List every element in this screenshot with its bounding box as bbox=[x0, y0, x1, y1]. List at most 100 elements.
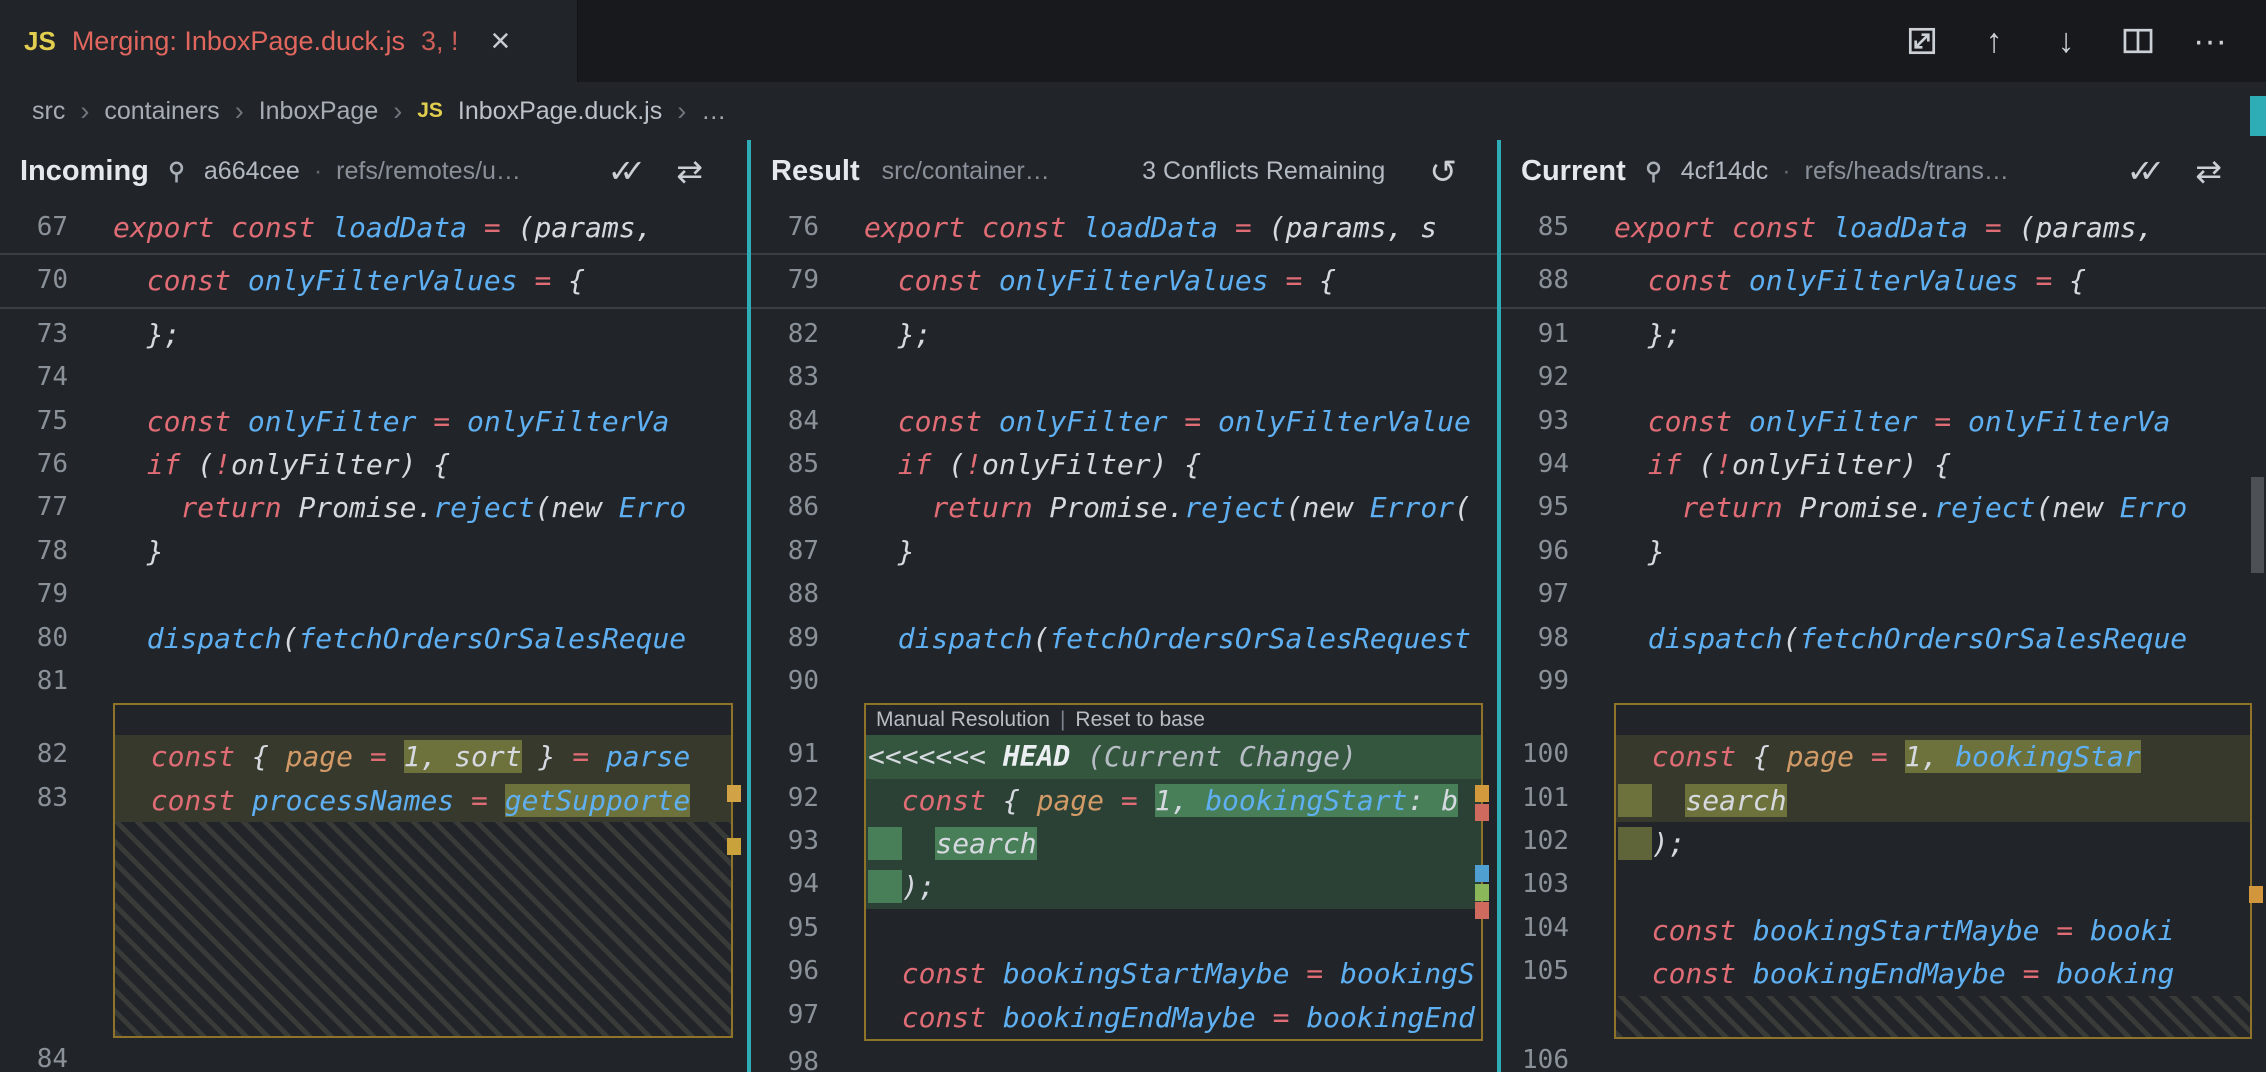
code-token bbox=[113, 491, 180, 524]
code-line[interactable]: search bbox=[1616, 779, 2250, 822]
code-line[interactable]: const { page = 1, bookingStar bbox=[1616, 735, 2250, 778]
code-line[interactable]: 95 return Promise.reject(new Erro bbox=[1501, 486, 2266, 529]
code-line[interactable]: 76export const loadData = (params, s bbox=[751, 206, 1497, 249]
undo-icon[interactable]: ↺ bbox=[1429, 152, 1457, 191]
code-line[interactable]: ); bbox=[866, 865, 1481, 908]
code-line[interactable]: 76 if (!onlyFilter) { bbox=[0, 443, 747, 486]
code-line[interactable]: 87 } bbox=[751, 530, 1497, 573]
breadcrumb-item-containers[interactable]: containers bbox=[104, 97, 219, 126]
code-token: dispatch bbox=[1648, 622, 1783, 655]
code-token: { bbox=[252, 740, 286, 773]
breadcrumb-item-file[interactable]: InboxPage.duck.js bbox=[458, 97, 662, 126]
code-line[interactable]: 94 if (!onlyFilter) { bbox=[1501, 443, 2266, 486]
code-line[interactable]: 86 return Promise.reject(new Error( bbox=[751, 486, 1497, 529]
code-line[interactable]: 85export const loadData = (params, bbox=[1501, 206, 2266, 249]
code-line[interactable]: const bookingStartMaybe = booki bbox=[1616, 909, 2250, 952]
code-line[interactable]: 79 const onlyFilterValues = { bbox=[751, 259, 1497, 302]
code-line[interactable]: 78 } bbox=[0, 530, 747, 573]
toolbar-separator: | bbox=[1060, 705, 1065, 735]
code-line[interactable]: 106 bbox=[1501, 1039, 2266, 1072]
code-token: const bbox=[147, 264, 248, 297]
code-line[interactable]: const bookingStartMaybe = bookingS bbox=[866, 952, 1481, 995]
code-line[interactable]: 99 bbox=[1501, 660, 2266, 703]
code-token: = bbox=[1269, 264, 1320, 297]
editor-tab[interactable]: JS Merging: InboxPage.duck.js 3, ! × bbox=[0, 0, 578, 82]
code-line[interactable]: 82 }; bbox=[751, 313, 1497, 356]
code-line[interactable]: search bbox=[866, 822, 1481, 865]
breadcrumb-item-src[interactable]: src bbox=[32, 97, 65, 126]
open-changes-icon[interactable] bbox=[1902, 21, 1942, 61]
more-actions-icon[interactable]: ··· bbox=[2190, 21, 2230, 61]
hidden-range-separator[interactable] bbox=[751, 303, 1497, 313]
code-line[interactable]: 90 bbox=[751, 660, 1497, 703]
code-line[interactable]: 88 bbox=[751, 573, 1497, 616]
code-line[interactable]: 79 bbox=[0, 573, 747, 616]
conflict-box-spacer bbox=[1616, 705, 2250, 735]
breadcrumb-item-symbol[interactable]: … bbox=[701, 97, 726, 126]
code-line[interactable]: 80 dispatch(fetchOrdersOrSalesReque bbox=[0, 617, 747, 660]
accept-all-incoming-icon[interactable]: ✓✓ bbox=[608, 152, 647, 190]
reset-to-base-action[interactable]: Reset to base bbox=[1075, 705, 1205, 735]
code-line[interactable]: 93 const onlyFilter = onlyFilterVa bbox=[1501, 400, 2266, 443]
code-line[interactable]: 98 dispatch(fetchOrdersOrSalesReque bbox=[1501, 617, 2266, 660]
code-line[interactable]: <<<<<<< HEAD (Current Change) bbox=[866, 735, 1481, 778]
code-token bbox=[1614, 448, 1648, 481]
code-token: bookingEndMaybe bbox=[1003, 1001, 1256, 1034]
line-number: 106 bbox=[1501, 1039, 1593, 1072]
split-editor-icon[interactable] bbox=[2118, 21, 2158, 61]
breadcrumb-item-inboxpage[interactable]: InboxPage bbox=[259, 97, 379, 126]
code-token: Promise. bbox=[298, 491, 433, 524]
code-line[interactable]: 91 }; bbox=[1501, 313, 2266, 356]
code-token: const bbox=[1652, 740, 1753, 773]
code-line[interactable]: 85 if (!onlyFilter) { bbox=[751, 443, 1497, 486]
close-icon[interactable]: × bbox=[491, 22, 511, 61]
code-line[interactable]: 75 const onlyFilter = onlyFilterVa bbox=[0, 400, 747, 443]
code-line[interactable]: 88 const onlyFilterValues = { bbox=[1501, 259, 2266, 302]
line-number: 85 bbox=[1501, 206, 1593, 249]
code-text bbox=[1593, 660, 1614, 703]
code-line[interactable]: 81 bbox=[0, 660, 747, 703]
code-line[interactable]: ); bbox=[1616, 822, 2250, 865]
code-token bbox=[864, 405, 898, 438]
code-line[interactable]: 92 bbox=[1501, 356, 2266, 399]
hidden-range-separator[interactable] bbox=[0, 303, 747, 313]
code-text: return Promise.reject(new Erro bbox=[1593, 486, 2187, 529]
next-conflict-icon[interactable]: ↓ bbox=[2046, 21, 2086, 61]
code-token: page bbox=[1037, 784, 1104, 817]
compare-changes-icon[interactable]: ⇄ bbox=[676, 152, 703, 190]
code-line[interactable]: const processNames = getSupporte bbox=[115, 779, 731, 822]
code-token: 1, bbox=[1155, 784, 1206, 817]
accept-all-current-icon[interactable]: ✓✓ bbox=[2127, 152, 2166, 190]
code-line[interactable]: const { page = 1, sort } = parse bbox=[115, 735, 731, 778]
code-line[interactable]: 74 bbox=[0, 356, 747, 399]
code-line[interactable] bbox=[866, 909, 1481, 952]
code-line[interactable]: 83 bbox=[751, 356, 1497, 399]
code-line[interactable]: 77 return Promise.reject(new Erro bbox=[0, 486, 747, 529]
hidden-range-separator[interactable] bbox=[0, 249, 747, 259]
code-line[interactable]: 97 bbox=[1501, 573, 2266, 616]
scrollbar-thumb[interactable] bbox=[2251, 477, 2264, 573]
code-line[interactable]: 84 bbox=[0, 1038, 747, 1072]
line-number: 91 bbox=[1501, 313, 1593, 356]
code-line[interactable]: 89 dispatch(fetchOrdersOrSalesRequest bbox=[751, 617, 1497, 660]
code-line[interactable]: const bookingEndMaybe = booking bbox=[1616, 952, 2250, 995]
hidden-range-separator[interactable] bbox=[1501, 249, 2266, 259]
compare-changes-icon[interactable]: ⇄ bbox=[2195, 152, 2222, 190]
hidden-range-separator[interactable] bbox=[751, 249, 1497, 259]
hidden-range-separator[interactable] bbox=[1501, 303, 2266, 313]
code-line[interactable]: 73 }; bbox=[0, 313, 747, 356]
code-token: = bbox=[518, 264, 569, 297]
code-line[interactable]: 98 bbox=[751, 1041, 1497, 1072]
code-token: , bbox=[420, 740, 454, 773]
code-token: loadData bbox=[1083, 211, 1218, 244]
code-line[interactable]: const { page = 1, bookingStart: b bbox=[866, 779, 1481, 822]
code-line[interactable]: 84 const onlyFilter = onlyFilterValue bbox=[751, 400, 1497, 443]
code-token: parse bbox=[606, 740, 690, 773]
previous-conflict-icon[interactable]: ↑ bbox=[1974, 21, 2014, 61]
code-line[interactable]: 96 } bbox=[1501, 530, 2266, 573]
code-line[interactable]: const bookingEndMaybe = bookingEnd bbox=[866, 996, 1481, 1039]
code-line[interactable] bbox=[1616, 865, 2250, 908]
code-line[interactable]: 67export const loadData = (params, bbox=[0, 206, 747, 249]
code-line[interactable]: 70 const onlyFilterValues = { bbox=[0, 259, 747, 302]
manual-resolution-action[interactable]: Manual Resolution bbox=[876, 705, 1050, 735]
